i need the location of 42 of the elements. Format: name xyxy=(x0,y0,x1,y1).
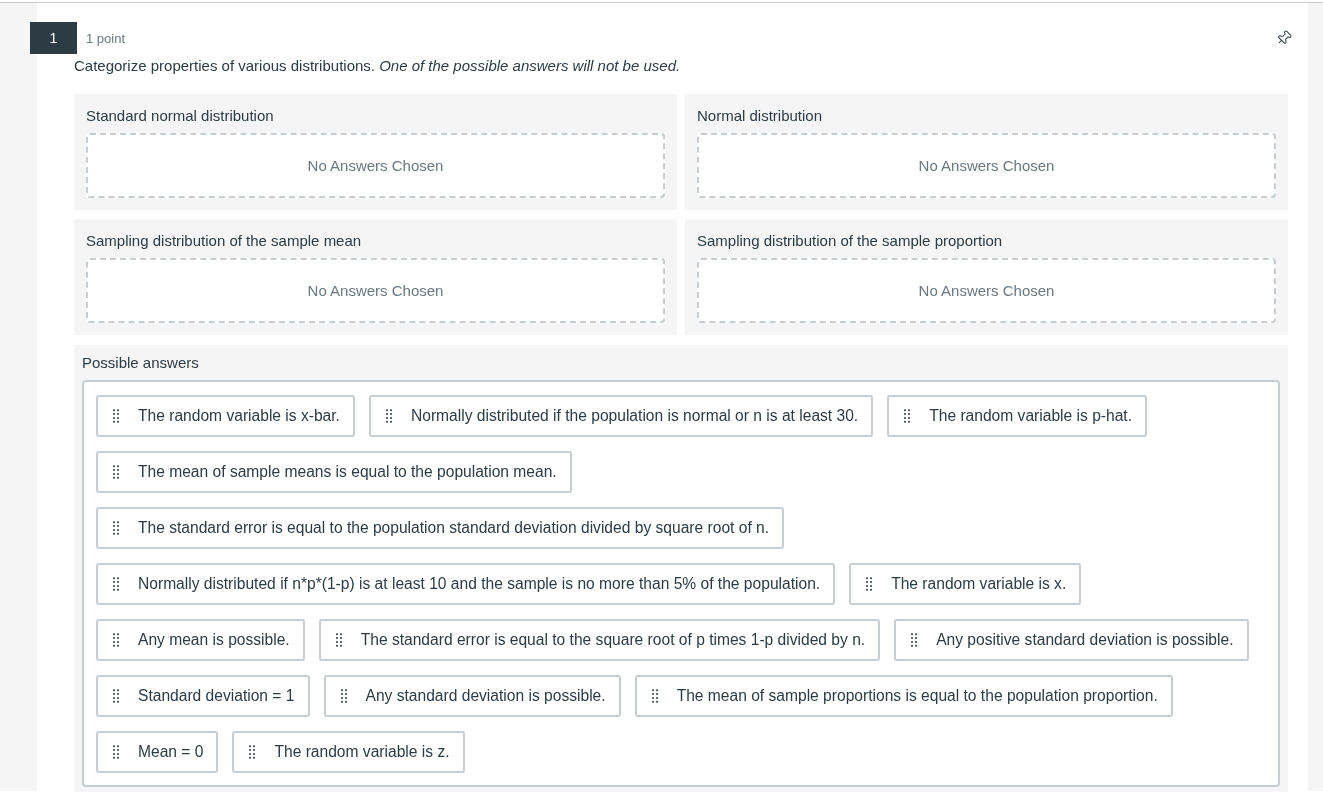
drag-handle-icon xyxy=(651,689,658,703)
drag-handle-icon xyxy=(113,633,119,647)
question-text: Categorize properties of various distributions. One of the possible answers will not be used. xyxy=(74,56,682,76)
drop-zone[interactable]: No Answers Chosen xyxy=(697,258,1276,323)
drag-handle-icon xyxy=(113,689,119,703)
category-title: Sampling distribution of the sample proportion xyxy=(697,231,1004,251)
drag-handle-icon xyxy=(340,689,347,703)
drop-zone[interactable]: No Answers Chosen xyxy=(86,133,665,198)
answers-title: Possible answers xyxy=(82,353,200,373)
points-label: 1 point xyxy=(86,30,126,46)
category-title: Standard normal distribution xyxy=(86,106,275,126)
answer-option[interactable]: Standard deviation = 1 xyxy=(96,675,310,717)
category-title: Normal distribution xyxy=(697,106,824,126)
drag-handle-icon xyxy=(113,465,119,479)
answer-option[interactable]: The random variable is p-hat. xyxy=(887,395,1148,437)
drag-handle-icon xyxy=(113,409,119,423)
answer-option[interactable]: The mean of sample proportions is equal to the population proportion. xyxy=(634,675,1173,717)
drop-zone[interactable]: No Answers Chosen xyxy=(86,258,665,323)
answer-option[interactable]: Normally distributed if the population is normal or n is at least 30. xyxy=(368,395,874,437)
drag-handle-icon xyxy=(385,409,392,423)
drag-handle-icon xyxy=(335,633,342,647)
answer-option[interactable]: The mean of sample means is equal to the population mean. xyxy=(96,451,572,493)
answer-option[interactable]: The standard error is equal to the square root of p times 1-p divided by n. xyxy=(318,619,881,661)
answer-option[interactable]: Any standard deviation is possible. xyxy=(323,675,621,717)
drag-handle-icon xyxy=(911,633,918,647)
drag-handle-icon xyxy=(113,745,119,759)
question-number: 1 xyxy=(30,22,77,54)
drag-handle-icon xyxy=(249,745,256,759)
answer-option[interactable]: The random variable is x-bar. xyxy=(96,395,355,437)
answer-option[interactable]: Mean = 0 xyxy=(96,731,219,773)
answer-option[interactable]: Any positive standard deviation is possible. xyxy=(894,619,1249,661)
answer-option[interactable]: The random variable is z. xyxy=(232,731,465,773)
category-title: Sampling distribution of the sample mean xyxy=(86,231,363,251)
drag-handle-icon xyxy=(904,409,911,423)
answer-option[interactable]: The standard error is equal to the population standard deviation divided by square root of n. xyxy=(96,507,785,549)
drop-zone[interactable]: No Answers Chosen xyxy=(697,133,1276,198)
answer-option[interactable]: Any mean is possible. xyxy=(96,619,305,661)
drag-handle-icon xyxy=(113,521,119,535)
drag-handle-icon xyxy=(866,577,873,591)
drag-handle-icon xyxy=(113,577,119,591)
answer-option[interactable]: The random variable is x. xyxy=(849,563,1082,605)
answer-option[interactable]: Normally distributed if n*p*(1-p) is at least 10 and the sample is no more than 5% of the population. xyxy=(96,563,836,605)
